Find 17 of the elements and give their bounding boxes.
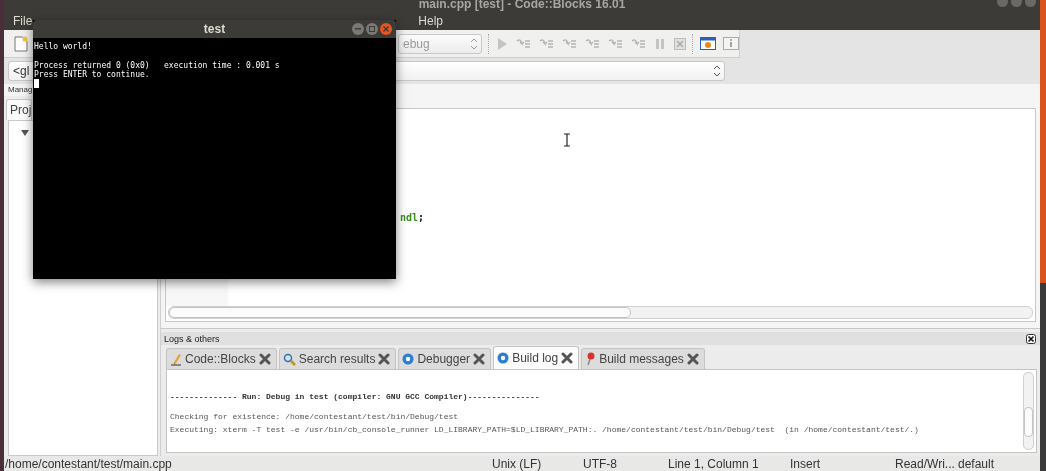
status-text: Read/Wri... (895, 456, 956, 471)
terminal-line: Hello world! (34, 42, 93, 51)
code-line: ndl; (400, 211, 425, 224)
status-text: Insert (790, 456, 821, 471)
status-text: default (958, 456, 996, 471)
window-title: main.cpp [test] - Code::Blocks 16.01 (418, 0, 626, 9)
status-text: Unix (LF) (492, 456, 543, 471)
status-text: /home/contestant/test/main.cpp (5, 456, 173, 471)
log-line: Executing: xterm -T test -e /usr/bin/cb_console_runner LD_LIBRARY_PATH=$LD_LIBRARY_PATH:. /home/contestant/test/bin/Debug/test (in /home/contestant/test/.) (170, 424, 920, 436)
terminal-line: Process returned 0 (0x0) execution time : 0.001 s (34, 61, 281, 70)
status-text: UTF-8 (583, 456, 618, 471)
log-line: Checking for existence: /home/contestant/test/bin/Debug/test (170, 411, 460, 423)
terminal-title: test (203, 22, 226, 36)
terminal-line: Press ENTER to continue. (34, 70, 151, 79)
status-text: Line 1, Column 1 (668, 456, 760, 471)
panel-title: Logs & others (164, 333, 220, 344)
log-line: -------------- Run: Debug in test (compiler: GNU GCC Compiler)--------------- (170, 391, 541, 403)
